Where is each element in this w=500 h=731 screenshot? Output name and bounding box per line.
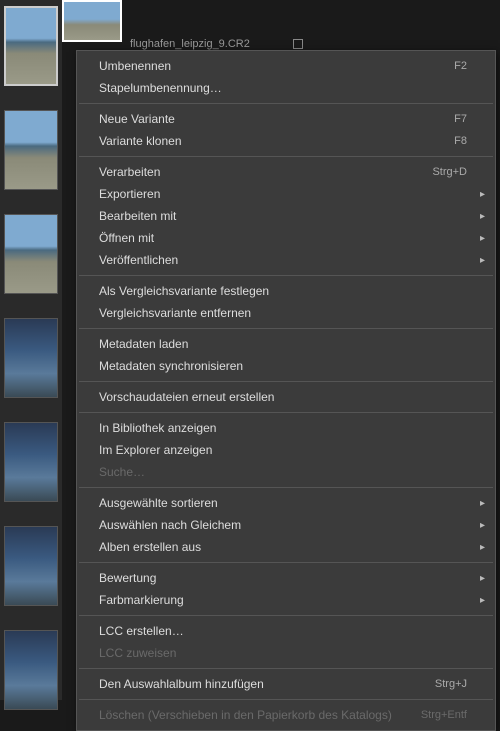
menu-create-album[interactable]: Alben erstellen aus xyxy=(77,536,495,558)
menu-label: Exportieren xyxy=(99,187,467,201)
menu-label: Löschen (Verschieben in den Papierkorb d… xyxy=(99,708,421,722)
menu-select-by-same[interactable]: Auswählen nach Gleichem xyxy=(77,514,495,536)
thumbnail-column xyxy=(0,0,62,700)
menu-shortcut: Strg+D xyxy=(432,166,467,178)
thumbnail[interactable] xyxy=(4,630,58,710)
thumbnail[interactable] xyxy=(4,6,58,86)
menu-load-metadata[interactable]: Metadaten laden xyxy=(77,333,495,355)
thumbnail[interactable] xyxy=(4,110,58,190)
checkbox-icon[interactable] xyxy=(293,39,303,49)
menu-add-to-selection-album[interactable]: Den Auswahlalbum hinzufügen Strg+J xyxy=(77,673,495,695)
menu-shortcut: F2 xyxy=(454,60,467,72)
filename-label: flughafen_leipzig_9.CR2 xyxy=(62,38,500,50)
selected-thumbnail-preview[interactable] xyxy=(62,0,122,42)
menu-separator xyxy=(79,487,493,488)
menu-show-library[interactable]: In Bibliothek anzeigen xyxy=(77,417,495,439)
menu-label: Neue Variante xyxy=(99,112,454,126)
menu-label: Umbenennen xyxy=(99,59,454,73)
menu-separator xyxy=(79,668,493,669)
menu-rating[interactable]: Bewertung xyxy=(77,567,495,589)
menu-label: Metadaten synchronisieren xyxy=(99,359,467,373)
menu-label: Veröffentlichen xyxy=(99,253,467,267)
menu-export[interactable]: Exportieren xyxy=(77,183,495,205)
menu-separator xyxy=(79,381,493,382)
thumbnail[interactable] xyxy=(4,318,58,398)
menu-shortcut: Strg+J xyxy=(435,678,467,690)
menu-publish[interactable]: Veröffentlichen xyxy=(77,249,495,271)
menu-separator xyxy=(79,412,493,413)
menu-delete: Löschen (Verschieben in den Papierkorb d… xyxy=(77,704,495,726)
menu-label: Vergleichsvariante entfernen xyxy=(99,306,467,320)
menu-label: Bewertung xyxy=(99,571,467,585)
filename-text: flughafen_leipzig_9.CR2 xyxy=(130,38,250,50)
menu-set-compare[interactable]: Als Vergleichsvariante festlegen xyxy=(77,280,495,302)
menu-label: Stapelumbenennung… xyxy=(99,81,467,95)
menu-separator xyxy=(79,328,493,329)
menu-label: Vorschaudateien erneut erstellen xyxy=(99,390,467,404)
menu-label: Metadaten laden xyxy=(99,337,467,351)
menu-separator xyxy=(79,156,493,157)
menu-show-explorer[interactable]: Im Explorer anzeigen xyxy=(77,439,495,461)
menu-shortcut: F7 xyxy=(454,113,467,125)
menu-process[interactable]: Verarbeiten Strg+D xyxy=(77,161,495,183)
menu-label: Suche… xyxy=(99,465,467,479)
menu-separator xyxy=(79,275,493,276)
menu-label: Verarbeiten xyxy=(99,165,432,179)
menu-label: LCC zuweisen xyxy=(99,646,467,660)
menu-label: In Bibliothek anzeigen xyxy=(99,421,467,435)
menu-label: LCC erstellen… xyxy=(99,624,467,638)
menu-lcc-create[interactable]: LCC erstellen… xyxy=(77,620,495,642)
menu-label: Den Auswahlalbum hinzufügen xyxy=(99,677,435,691)
thumbnail[interactable] xyxy=(4,422,58,502)
menu-clone-variant[interactable]: Variante klonen F8 xyxy=(77,130,495,152)
menu-label: Auswählen nach Gleichem xyxy=(99,518,467,532)
menu-shortcut: Strg+Entf xyxy=(421,709,467,721)
menu-sort-selected[interactable]: Ausgewählte sortieren xyxy=(77,492,495,514)
menu-remove-compare[interactable]: Vergleichsvariante entfernen xyxy=(77,302,495,324)
thumbnail[interactable] xyxy=(4,214,58,294)
menu-separator xyxy=(79,615,493,616)
menu-shortcut: F8 xyxy=(454,135,467,147)
menu-open-with[interactable]: Öffnen mit xyxy=(77,227,495,249)
menu-label: Alben erstellen aus xyxy=(99,540,467,554)
context-menu: Umbenennen F2 Stapelumbenennung… Neue Va… xyxy=(76,50,496,731)
menu-rename[interactable]: Umbenennen F2 xyxy=(77,55,495,77)
thumbnail[interactable] xyxy=(4,526,58,606)
menu-separator xyxy=(79,562,493,563)
menu-label: Farbmarkierung xyxy=(99,593,467,607)
menu-batch-rename[interactable]: Stapelumbenennung… xyxy=(77,77,495,99)
menu-label: Im Explorer anzeigen xyxy=(99,443,467,457)
menu-lcc-assign: LCC zuweisen xyxy=(77,642,495,664)
menu-label: Öffnen mit xyxy=(99,231,467,245)
menu-label: Bearbeiten mit xyxy=(99,209,467,223)
menu-label: Ausgewählte sortieren xyxy=(99,496,467,510)
menu-edit-with[interactable]: Bearbeiten mit xyxy=(77,205,495,227)
menu-color-tag[interactable]: Farbmarkierung xyxy=(77,589,495,611)
menu-label: Variante klonen xyxy=(99,134,454,148)
menu-new-variant[interactable]: Neue Variante F7 xyxy=(77,108,495,130)
menu-regen-previews[interactable]: Vorschaudateien erneut erstellen xyxy=(77,386,495,408)
menu-separator xyxy=(79,103,493,104)
menu-sync-metadata[interactable]: Metadaten synchronisieren xyxy=(77,355,495,377)
menu-label: Als Vergleichsvariante festlegen xyxy=(99,284,467,298)
menu-search: Suche… xyxy=(77,461,495,483)
